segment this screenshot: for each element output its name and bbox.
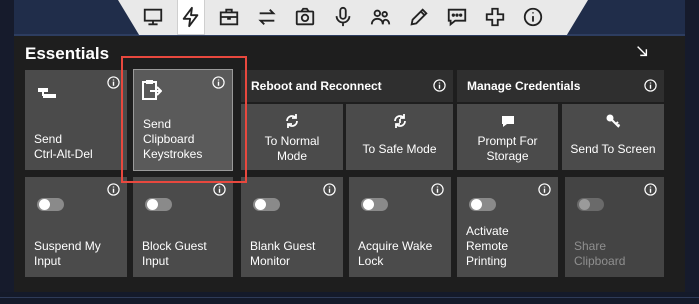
tile-label: Acquire Wake Lock: [358, 239, 433, 268]
manage-credentials-header: Manage Credentials: [457, 70, 664, 102]
bottom-strip: [0, 292, 699, 304]
prompt-for-storage-tile[interactable]: Prompt For Storage: [457, 104, 558, 170]
info-icon[interactable]: [431, 183, 444, 196]
tile-label: To Safe Mode: [362, 142, 437, 156]
briefcase-icon[interactable]: [216, 4, 242, 30]
camera-icon[interactable]: [292, 4, 318, 30]
info-icon[interactable]: [213, 183, 226, 196]
info-icon[interactable]: [520, 4, 546, 30]
info-icon[interactable]: [644, 79, 657, 92]
lightning-icon[interactable]: [177, 0, 205, 35]
tile-label: Send Ctrl-Alt-Del: [34, 132, 93, 161]
restart-icon: [286, 114, 298, 128]
info-icon[interactable]: [323, 183, 336, 196]
send-to-screen-tile[interactable]: Send To Screen: [562, 104, 664, 170]
acquire-wake-lock-tile[interactable]: Acquire Wake Lock: [349, 177, 451, 277]
toggle-switch[interactable]: [253, 198, 280, 211]
to-safe-mode-tile[interactable]: To Safe Mode: [346, 104, 453, 170]
toggle-switch[interactable]: [469, 198, 496, 211]
essentials-panel: Essentials Send Ctrl-Alt-Del Send Clipbo…: [14, 36, 685, 292]
collapse-arrow-icon[interactable]: [633, 42, 651, 60]
panel-title: Essentials: [25, 44, 110, 63]
pencil-icon[interactable]: [406, 4, 432, 30]
tile-label: Send Clipboard Keystrokes: [143, 117, 203, 161]
block-guest-input-tile[interactable]: Block Guest Input: [133, 177, 233, 277]
send-ctrl-alt-del-tile[interactable]: Send Ctrl-Alt-Del: [25, 70, 127, 170]
to-normal-mode-tile[interactable]: To Normal Mode: [241, 104, 343, 170]
toggle-switch[interactable]: [37, 198, 64, 211]
restart-safe-icon: [393, 114, 406, 128]
swap-arrows-icon[interactable]: [254, 4, 280, 30]
users-icon[interactable]: [368, 4, 394, 30]
activate-remote-printing-tile[interactable]: Activate Remote Printing: [457, 177, 558, 277]
right-edge: [685, 0, 699, 304]
info-icon[interactable]: [538, 183, 551, 196]
send-clipboard-keystrokes-tile[interactable]: Send Clipboard Keystrokes: [133, 69, 233, 171]
info-icon[interactable]: [107, 183, 120, 196]
blank-guest-monitor-tile[interactable]: Blank Guest Monitor: [241, 177, 343, 277]
tile-label: Suspend My Input: [34, 239, 101, 268]
tile-label: Block Guest Input: [142, 239, 207, 268]
left-edge: [0, 0, 14, 304]
tile-label: Send To Screen: [570, 142, 656, 156]
section-label: Reboot and Reconnect: [251, 79, 382, 93]
tile-label: Share Clipboard: [574, 239, 626, 268]
microphone-icon[interactable]: [330, 4, 356, 30]
clipboard-icon: [142, 80, 162, 100]
tile-label: To Normal Mode: [264, 134, 320, 163]
tile-label: Activate Remote Printing: [466, 224, 509, 268]
tile-label: Blank Guest Monitor: [250, 239, 316, 268]
info-icon[interactable]: [644, 183, 657, 196]
key-icon: [606, 114, 621, 128]
info-icon[interactable]: [433, 79, 446, 92]
section-label: Manage Credentials: [467, 79, 581, 93]
keyboard-icon: [38, 88, 56, 98]
chat-icon[interactable]: [444, 4, 470, 30]
suspend-my-input-tile[interactable]: Suspend My Input: [25, 177, 127, 277]
speech-bubble-icon: [501, 116, 514, 127]
tile-label: Prompt For Storage: [477, 134, 538, 163]
session-toolbar: [118, 0, 588, 35]
toggle-switch[interactable]: [577, 198, 604, 211]
monitor-icon[interactable]: [140, 4, 166, 30]
info-icon[interactable]: [212, 76, 225, 89]
info-icon[interactable]: [107, 76, 120, 89]
reboot-reconnect-header: Reboot and Reconnect: [241, 70, 453, 102]
toggle-switch[interactable]: [361, 198, 388, 211]
share-clipboard-tile[interactable]: Share Clipboard: [565, 177, 664, 277]
plus-icon[interactable]: [482, 4, 508, 30]
toggle-switch[interactable]: [145, 198, 172, 211]
